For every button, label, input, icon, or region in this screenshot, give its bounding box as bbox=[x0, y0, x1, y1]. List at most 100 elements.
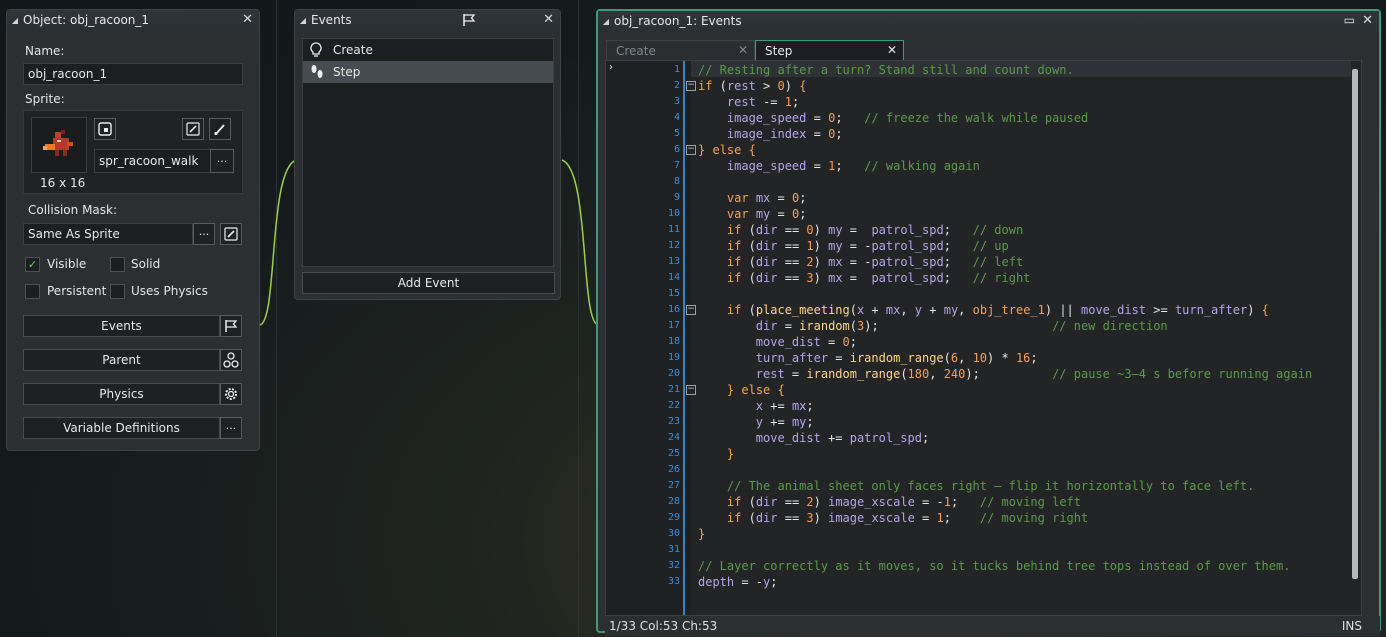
code-line[interactable]: if (dir == 2) mx = -patrol_spd; // left bbox=[698, 255, 1023, 269]
code-line[interactable]: if (dir == 0) my = patrol_spd; // down bbox=[698, 223, 1023, 237]
close-icon[interactable]: ✕ bbox=[887, 43, 897, 57]
line-number: 14 bbox=[667, 272, 680, 283]
code-line[interactable]: rest = irandom_range(180, 240); // pause… bbox=[698, 367, 1312, 381]
close-icon[interactable]: ✕ bbox=[738, 43, 748, 57]
solid-label: Solid bbox=[131, 257, 161, 271]
code-line[interactable]: var mx = 0; bbox=[698, 191, 807, 205]
fold-toggle-icon[interactable]: − bbox=[686, 145, 696, 155]
code-line[interactable]: turn_after = irandom_range(6, 10) * 16; bbox=[698, 351, 1038, 365]
event-list: Create Step bbox=[302, 38, 554, 267]
tab-label: Step bbox=[765, 43, 793, 58]
event-tabs: Create ✕ Step ✕ bbox=[606, 40, 904, 60]
line-number: 26 bbox=[667, 464, 680, 475]
parent-button[interactable]: Parent bbox=[23, 349, 220, 371]
collapse-icon[interactable]: ◢ bbox=[295, 16, 311, 25]
code-line[interactable]: } else { bbox=[698, 143, 756, 157]
code-titlebar[interactable]: ◢ obj_racoon_1: Events ▭ ✕ bbox=[598, 11, 1379, 31]
line-number: 5 bbox=[673, 128, 680, 139]
vertical-scrollbar[interactable] bbox=[1352, 69, 1358, 579]
name-input[interactable]: obj_racoon_1 bbox=[23, 63, 243, 85]
collision-browse-button[interactable]: ··· bbox=[193, 223, 215, 245]
gear-icon[interactable] bbox=[220, 383, 242, 405]
variable-definitions-button[interactable]: Variable Definitions bbox=[23, 417, 220, 439]
line-number: 17 bbox=[667, 320, 680, 331]
variable-definitions-more-button[interactable]: ··· bbox=[220, 417, 242, 439]
close-icon[interactable]: ✕ bbox=[1362, 13, 1373, 28]
close-icon[interactable]: ✕ bbox=[242, 12, 253, 27]
line-number: 25 bbox=[667, 448, 680, 459]
physics-button[interactable]: Physics bbox=[23, 383, 220, 405]
code-line[interactable]: } bbox=[698, 527, 705, 541]
line-number: 2 bbox=[673, 80, 680, 91]
code-line[interactable]: image_speed = 1; // walking again bbox=[698, 159, 980, 173]
check-icon: ✓ bbox=[27, 258, 38, 271]
code-line[interactable]: if (dir == 3) mx = patrol_spd; // right bbox=[698, 271, 1031, 285]
flag-icon[interactable] bbox=[220, 315, 242, 337]
code-line[interactable]: if (rest > 0) { bbox=[698, 79, 806, 93]
collapse-icon[interactable]: ◢ bbox=[598, 17, 614, 26]
tab-label: Create bbox=[616, 43, 656, 58]
code-line[interactable]: if (dir == 3) image_xscale = 1; // movin… bbox=[698, 511, 1088, 525]
uses-physics-label: Uses Physics bbox=[131, 284, 208, 298]
solid-checkbox[interactable] bbox=[110, 257, 125, 272]
tab-create[interactable]: Create ✕ bbox=[606, 40, 755, 60]
fold-toggle-icon[interactable]: − bbox=[686, 81, 696, 91]
event-item-create[interactable]: Create bbox=[303, 39, 553, 61]
code-line[interactable]: image_index = 0; bbox=[698, 127, 843, 141]
edit-mask-button[interactable] bbox=[220, 223, 242, 245]
code-line[interactable]: depth = -y; bbox=[698, 575, 778, 589]
connection-wire bbox=[259, 159, 297, 326]
collision-mask-field[interactable]: Same As Sprite bbox=[23, 223, 193, 245]
code-line[interactable]: dir = irandom(3); // new direction bbox=[698, 319, 1168, 333]
code-line[interactable]: // Resting after a turn? Stand still and… bbox=[698, 63, 1074, 77]
code-line[interactable]: } bbox=[698, 447, 734, 461]
line-number: 27 bbox=[667, 480, 680, 491]
code-line[interactable]: if (dir == 1) my = -patrol_spd; // up bbox=[698, 239, 1009, 253]
flag-icon[interactable] bbox=[462, 13, 476, 30]
code-line[interactable]: rest -= 1; bbox=[698, 95, 799, 109]
code-line[interactable]: } else { bbox=[698, 383, 785, 397]
code-line[interactable]: // The animal sheet only faces right — f… bbox=[698, 479, 1254, 493]
code-line[interactable]: image_speed = 0; // freeze the walk whil… bbox=[698, 111, 1088, 125]
event-item-step[interactable]: Step bbox=[303, 61, 553, 83]
line-number: 24 bbox=[667, 432, 680, 443]
parent-icon[interactable] bbox=[220, 349, 242, 371]
visible-label: Visible bbox=[47, 257, 87, 271]
persistent-checkbox[interactable] bbox=[25, 284, 40, 299]
maximize-icon[interactable]: ▭ bbox=[1344, 13, 1355, 27]
code-line[interactable]: if (dir == 2) image_xscale = -1; // movi… bbox=[698, 495, 1081, 509]
code-line[interactable]: y += my; bbox=[698, 415, 814, 429]
line-number: 31 bbox=[667, 544, 680, 555]
fold-toggle-icon[interactable]: − bbox=[686, 305, 696, 315]
close-icon[interactable]: ✕ bbox=[543, 12, 554, 27]
line-number: 10 bbox=[667, 208, 680, 219]
fold-toggle-icon[interactable]: − bbox=[686, 385, 696, 395]
sprite-preview[interactable] bbox=[31, 117, 87, 173]
sprite-box: spr_racoon_walk ··· 16 x 16 bbox=[23, 110, 243, 194]
lightbulb-icon bbox=[309, 42, 333, 58]
events-titlebar[interactable]: ◢ Events ✕ bbox=[295, 10, 560, 30]
tab-step[interactable]: Step ✕ bbox=[755, 40, 904, 60]
add-event-button[interactable]: Add Event bbox=[302, 272, 555, 294]
line-number: 3 bbox=[673, 96, 680, 107]
code-line[interactable]: var my = 0; bbox=[698, 207, 807, 221]
code-line[interactable]: if (place_meeting(x + mx, y + my, obj_tr… bbox=[698, 303, 1269, 317]
uses-physics-checkbox[interactable] bbox=[110, 284, 125, 299]
code-line[interactable]: move_dist += patrol_spd; bbox=[698, 431, 929, 445]
code-line[interactable]: // Layer correctly as it moves, so it tu… bbox=[698, 559, 1290, 573]
line-number: 8 bbox=[673, 176, 680, 187]
collision-mask-label: Collision Mask: bbox=[28, 203, 118, 217]
events-button[interactable]: Events bbox=[23, 315, 220, 337]
object-titlebar[interactable]: ◢ Object: obj_racoon_1 ✕ bbox=[7, 10, 259, 30]
brush-icon[interactable] bbox=[209, 118, 231, 140]
code-line[interactable]: move_dist = 0; bbox=[698, 335, 857, 349]
collapse-icon[interactable]: ◢ bbox=[7, 16, 23, 25]
edit-sprite-button[interactable] bbox=[182, 118, 204, 140]
line-number: 6 bbox=[673, 144, 680, 155]
new-sprite-button[interactable] bbox=[94, 118, 116, 140]
code-line[interactable]: x += mx; bbox=[698, 399, 814, 413]
visible-checkbox[interactable]: ✓ bbox=[25, 257, 40, 272]
code-editor[interactable]: › 1 // Resting after a turn? Stand still … bbox=[605, 60, 1362, 616]
sprite-name-field[interactable]: spr_racoon_walk bbox=[94, 149, 211, 173]
sprite-browse-button[interactable]: ··· bbox=[210, 149, 234, 173]
